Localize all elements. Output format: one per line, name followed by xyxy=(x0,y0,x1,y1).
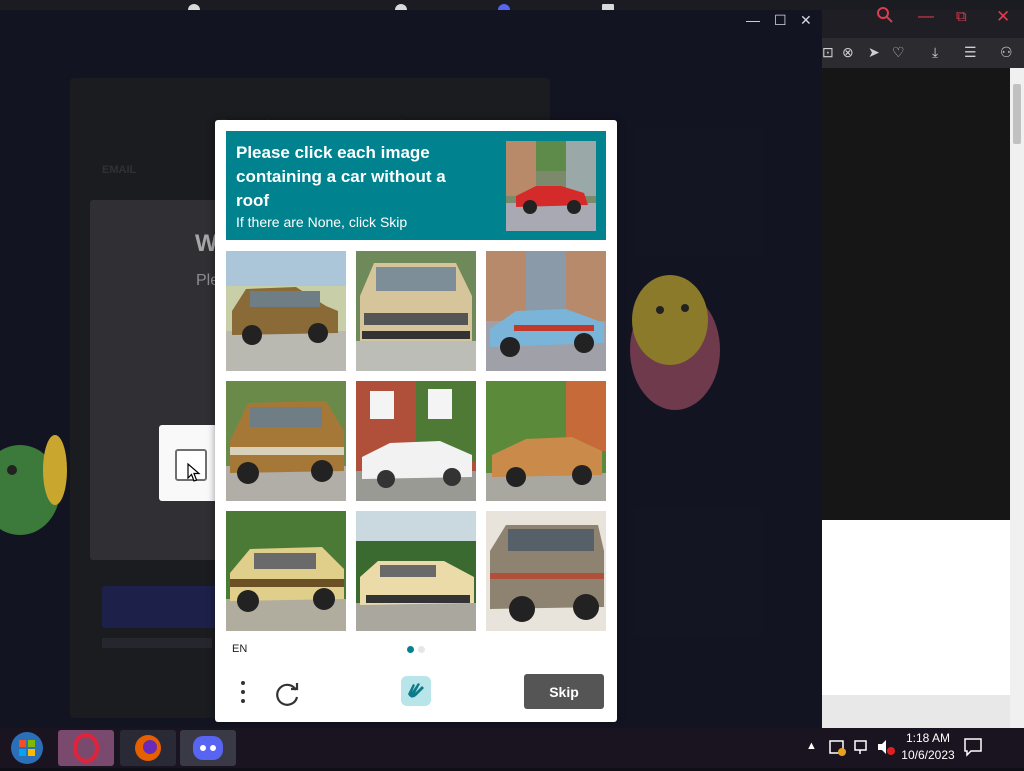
heart-icon[interactable]: ♡ xyxy=(892,44,905,61)
captcha-prompt: Please click each image containing a car… xyxy=(226,131,606,240)
browser-titlebar: — ⧉ ✕ xyxy=(822,7,1024,38)
network-icon[interactable] xyxy=(852,738,870,756)
firefox-icon xyxy=(135,735,161,761)
captcha-challenge: Please click each image containing a car… xyxy=(215,120,617,722)
clock-date: 10/6/2023 xyxy=(901,748,955,762)
page-content-dark xyxy=(822,68,1010,520)
page-dot-active xyxy=(407,646,414,653)
minimize-icon[interactable]: — xyxy=(746,12,760,28)
taskbar-clock[interactable]: 1:18 AM 10/6/2023 xyxy=(888,730,968,764)
mascot-illustration-right xyxy=(630,275,720,410)
image-tile[interactable] xyxy=(226,511,346,631)
taskbar-firefox[interactable] xyxy=(120,730,176,766)
close-icon[interactable]: ✕ xyxy=(800,12,812,29)
image-tile[interactable] xyxy=(486,251,606,371)
start-button-icon[interactable] xyxy=(8,730,46,766)
language-selector[interactable]: EN xyxy=(232,643,247,655)
skip-button[interactable]: Skip xyxy=(524,674,604,709)
close-icon[interactable]: ✕ xyxy=(996,7,1010,27)
prompt-subtitle: If there are None, click Skip xyxy=(236,214,408,230)
window-controls: — ☐ ✕ xyxy=(740,10,822,32)
captcha-checkbox-widget xyxy=(159,425,219,501)
image-tile[interactable] xyxy=(226,251,346,371)
car-image xyxy=(356,381,476,501)
image-tile[interactable] xyxy=(486,381,606,501)
car-image xyxy=(226,511,346,631)
prompt-title: Please click each image containing a car… xyxy=(236,143,446,210)
snapshot-icon[interactable]: ⊡ xyxy=(822,44,834,61)
action-center-icon[interactable] xyxy=(828,738,846,756)
scrollbar[interactable] xyxy=(1010,68,1024,728)
block-icon[interactable]: ⊗ xyxy=(842,44,854,61)
image-tile[interactable] xyxy=(356,381,476,501)
mascot-illustration xyxy=(0,435,67,535)
page-content-white xyxy=(822,520,1010,695)
opera-icon xyxy=(73,733,99,763)
settings-icon[interactable]: ☰ xyxy=(964,44,977,61)
image-tile[interactable] xyxy=(356,511,476,631)
tray-expand-icon[interactable]: ▲ xyxy=(806,740,817,752)
browser-toolbar: ⊡ ⊗ ➤ ♡ ⤓ ☰ ⚇ xyxy=(822,38,1024,68)
car-image xyxy=(486,381,606,501)
maximize-icon[interactable]: ☐ xyxy=(774,12,787,29)
hcaptcha-logo-icon[interactable] xyxy=(399,674,433,708)
car-image xyxy=(356,511,476,631)
refresh-icon[interactable] xyxy=(273,678,303,708)
example-image xyxy=(506,141,596,231)
page-footer xyxy=(822,695,1010,728)
clock-time: 1:18 AM xyxy=(905,731,951,745)
minimize-icon[interactable]: — xyxy=(918,8,934,26)
mouse-cursor-icon xyxy=(187,463,201,482)
menu-dots-icon[interactable] xyxy=(233,678,253,708)
scrollbar-thumb[interactable] xyxy=(1013,84,1021,144)
download-icon[interactable]: ⤓ xyxy=(932,44,938,61)
page-dot xyxy=(418,646,425,653)
send-icon[interactable]: ➤ xyxy=(868,44,880,61)
image-tile[interactable] xyxy=(356,251,476,371)
taskbar: ▲ xyxy=(0,728,1024,768)
car-image xyxy=(226,381,346,501)
restore-icon[interactable]: ⧉ xyxy=(956,8,967,25)
image-tile[interactable] xyxy=(226,381,346,501)
car-image xyxy=(486,251,606,371)
car-image xyxy=(226,251,346,371)
car-image xyxy=(356,251,476,371)
account-icon[interactable]: ⚇ xyxy=(1000,44,1013,61)
taskbar-opera[interactable] xyxy=(58,730,114,766)
car-image xyxy=(486,511,606,631)
browser-tab-strip xyxy=(0,0,1024,16)
image-tile[interactable] xyxy=(486,511,606,631)
discord-icon xyxy=(193,736,223,760)
search-icon[interactable] xyxy=(876,6,894,24)
taskbar-discord[interactable] xyxy=(180,730,236,766)
